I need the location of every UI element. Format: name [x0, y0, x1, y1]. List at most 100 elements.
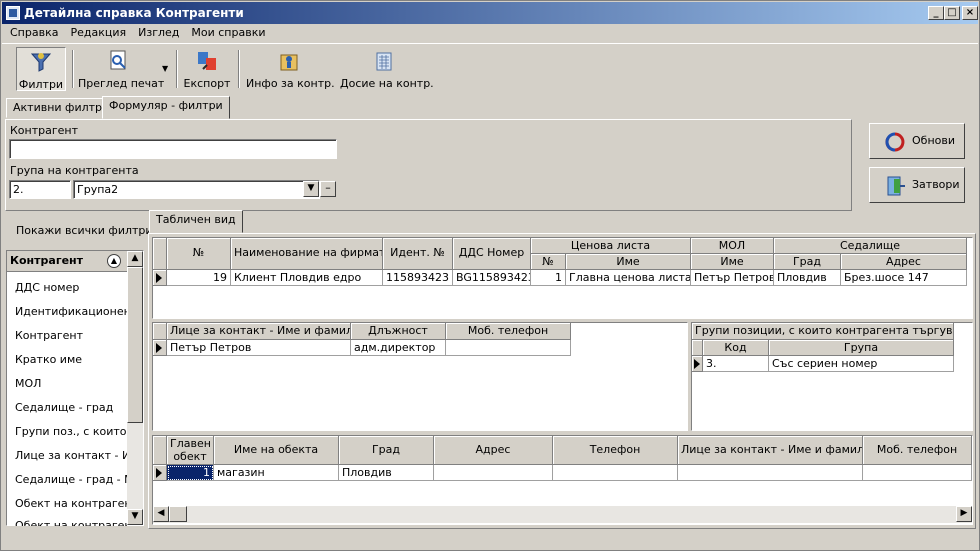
table-row-cell[interactable]: 115893423 [383, 270, 453, 286]
scroll-right-icon[interactable]: ▶ [956, 506, 972, 522]
export-button[interactable]: Експорт [182, 47, 232, 91]
sidebar-item-contact[interactable]: Лице за контакт - Им [15, 449, 127, 462]
print-preview-button[interactable]: Преглед печат [78, 47, 164, 91]
menu-my-reports[interactable]: Мои справки [187, 24, 269, 42]
dossier-button[interactable]: Досие на контр. [340, 47, 434, 91]
sidebar-item-vat[interactable]: ДДС номер [15, 281, 127, 294]
col-price-list-no[interactable]: № [531, 254, 566, 270]
col-object-phone[interactable]: Телефон [553, 436, 678, 465]
table-row-cell[interactable]: Петър Петров [167, 340, 351, 356]
sidebar-item-id-number[interactable]: Идентификационен но [15, 305, 127, 318]
sidebar-item-seat-city-2[interactable]: Седалище - град - Ма [15, 473, 127, 486]
table-row-cell[interactable]: Със сериен номер [769, 356, 954, 372]
table-row-cell[interactable] [434, 465, 553, 481]
sidebar-item-groups[interactable]: Групи поз., с които ко [15, 425, 127, 438]
col-company-name[interactable]: Наименование на фирмата [231, 238, 383, 270]
objects-hscrollbar[interactable]: ◀ ▶ [153, 506, 972, 523]
group-dropdown-icon[interactable]: ▼ [303, 181, 319, 197]
row-indicator-icon[interactable] [153, 270, 167, 286]
sidebar-item-object[interactable]: Обект на контрагента [15, 497, 127, 510]
table-row-cell[interactable]: 19 [167, 270, 231, 286]
table-row-cell[interactable] [863, 465, 972, 481]
sidebar-item-mol[interactable]: МОЛ [15, 377, 127, 390]
app-icon [6, 6, 20, 20]
col-contact-name[interactable]: Лице за контакт - Име и фамилия [167, 323, 351, 340]
col-object-name[interactable]: Име на обекта [214, 436, 339, 465]
table-row-cell[interactable]: магазин [214, 465, 339, 481]
col-main-object[interactable]: Главен обект [167, 436, 214, 465]
close-button[interactable]: Затвори [869, 167, 965, 203]
sidebar-item-seat-city[interactable]: Седалище - град [15, 401, 127, 414]
table-row-cell[interactable] [678, 465, 863, 481]
table-row-cell[interactable]: BG115893423 [453, 270, 531, 286]
export-label: Експорт [183, 77, 231, 90]
menu-edit[interactable]: Редакция [66, 24, 130, 42]
col-id-number[interactable]: Идент. № [383, 238, 453, 270]
filter-form-panel: Контрагент Група на контрагента 2. Група… [5, 119, 852, 211]
col-object-mobile[interactable]: Моб. телефон [863, 436, 972, 465]
col-object-city[interactable]: Град [339, 436, 434, 465]
table-row-cell[interactable]: Главна ценова листа [566, 270, 691, 286]
col-mol-name[interactable]: Име [691, 254, 774, 270]
sidebar-header[interactable]: Контрагент ▲ [7, 251, 127, 272]
menu-view[interactable]: Изглед [134, 24, 183, 42]
group-clear-button[interactable]: – [320, 181, 336, 197]
col-group-code[interactable]: Код [703, 340, 769, 356]
col-price-list-name[interactable]: Име [566, 254, 691, 270]
table-row-cell[interactable]: Пловдив [774, 270, 841, 286]
col-vat-number[interactable]: ДДС Номер [453, 238, 531, 270]
row-indicator-icon[interactable] [153, 340, 167, 356]
col-position[interactable]: Длъжност [351, 323, 446, 340]
table-row-cell[interactable]: Пловдив [339, 465, 434, 481]
row-indicator-icon[interactable] [153, 465, 167, 481]
sidebar-scroll-thumb[interactable] [127, 267, 143, 423]
group-mol: МОЛ [691, 238, 774, 254]
menu-report[interactable]: Справка [6, 24, 62, 42]
contractor-input[interactable] [9, 139, 337, 159]
info-button[interactable]: Инфо за контр. [246, 47, 335, 91]
col-object-address[interactable]: Адрес [434, 436, 553, 465]
group-code-input[interactable]: 2. [9, 180, 71, 199]
table-row-cell[interactable]: Петър Петров [691, 270, 774, 286]
app-window: Детайлна справка Контрагенти _ □ × Справ… [0, 0, 980, 551]
table-row-cell[interactable]: Брез.шосе 147 [841, 270, 967, 286]
sidebar-scrollbar[interactable]: ▲ ▼ [127, 251, 143, 525]
table-row-cell[interactable]: 1 [167, 465, 214, 481]
sidebar-item-contractor[interactable]: Контрагент [15, 329, 127, 342]
group-name-select[interactable]: Група2 [73, 180, 320, 199]
scroll-up-icon[interactable]: ▲ [127, 251, 143, 267]
row-indicator-icon[interactable] [692, 356, 703, 372]
table-row-cell[interactable]: 3. [703, 356, 769, 372]
table-row-cell[interactable] [553, 465, 678, 481]
table-row-cell[interactable]: адм.директор [351, 340, 446, 356]
group-label: Група на контрагента [10, 164, 139, 177]
show-all-filters-button[interactable]: Покажи всички филтри [16, 224, 153, 237]
col-seat-city[interactable]: Град [774, 254, 841, 270]
table-row-cell[interactable]: 1 [531, 270, 566, 286]
col-object-contact[interactable]: Лице за контакт - Име и фамилия [678, 436, 863, 465]
tab-form-filters[interactable]: Формуляр - филтри [102, 96, 230, 119]
minimize-button[interactable]: _ [928, 6, 944, 20]
main-grid: № Наименование на фирмата Идент. № ДДС Н… [152, 237, 973, 319]
maximize-button[interactable]: □ [944, 6, 960, 20]
print-preview-dropdown-icon[interactable]: ▼ [162, 64, 168, 73]
sidebar-item-object-2[interactable]: Обект на контрагента [15, 519, 127, 526]
col-no[interactable]: № [167, 238, 231, 270]
filters-button[interactable]: Филтри [16, 47, 66, 91]
scroll-left-icon[interactable]: ◀ [153, 506, 169, 522]
objects-scroll-thumb[interactable] [169, 506, 187, 522]
collapse-icon[interactable]: ▲ [107, 254, 121, 268]
view-tabs: Табличен вид [149, 210, 249, 234]
tab-table-view[interactable]: Табличен вид [149, 210, 243, 233]
table-row-cell[interactable]: Клиент Пловдив едро [231, 270, 383, 286]
refresh-button[interactable]: Обнови [869, 123, 965, 159]
col-mobile[interactable]: Моб. телефон [446, 323, 571, 340]
sidebar-item-short-name[interactable]: Кратко име [15, 353, 127, 366]
col-seat-address[interactable]: Адрес [841, 254, 967, 270]
tab-active-filters[interactable]: Активни филтри [6, 98, 117, 118]
contacts-grid: Лице за контакт - Име и фамилия Длъжност… [152, 322, 688, 431]
scroll-down-icon[interactable]: ▼ [127, 509, 143, 525]
col-group-name[interactable]: Група [769, 340, 954, 356]
table-row-cell[interactable] [446, 340, 571, 356]
close-window-button[interactable]: × [962, 6, 978, 20]
